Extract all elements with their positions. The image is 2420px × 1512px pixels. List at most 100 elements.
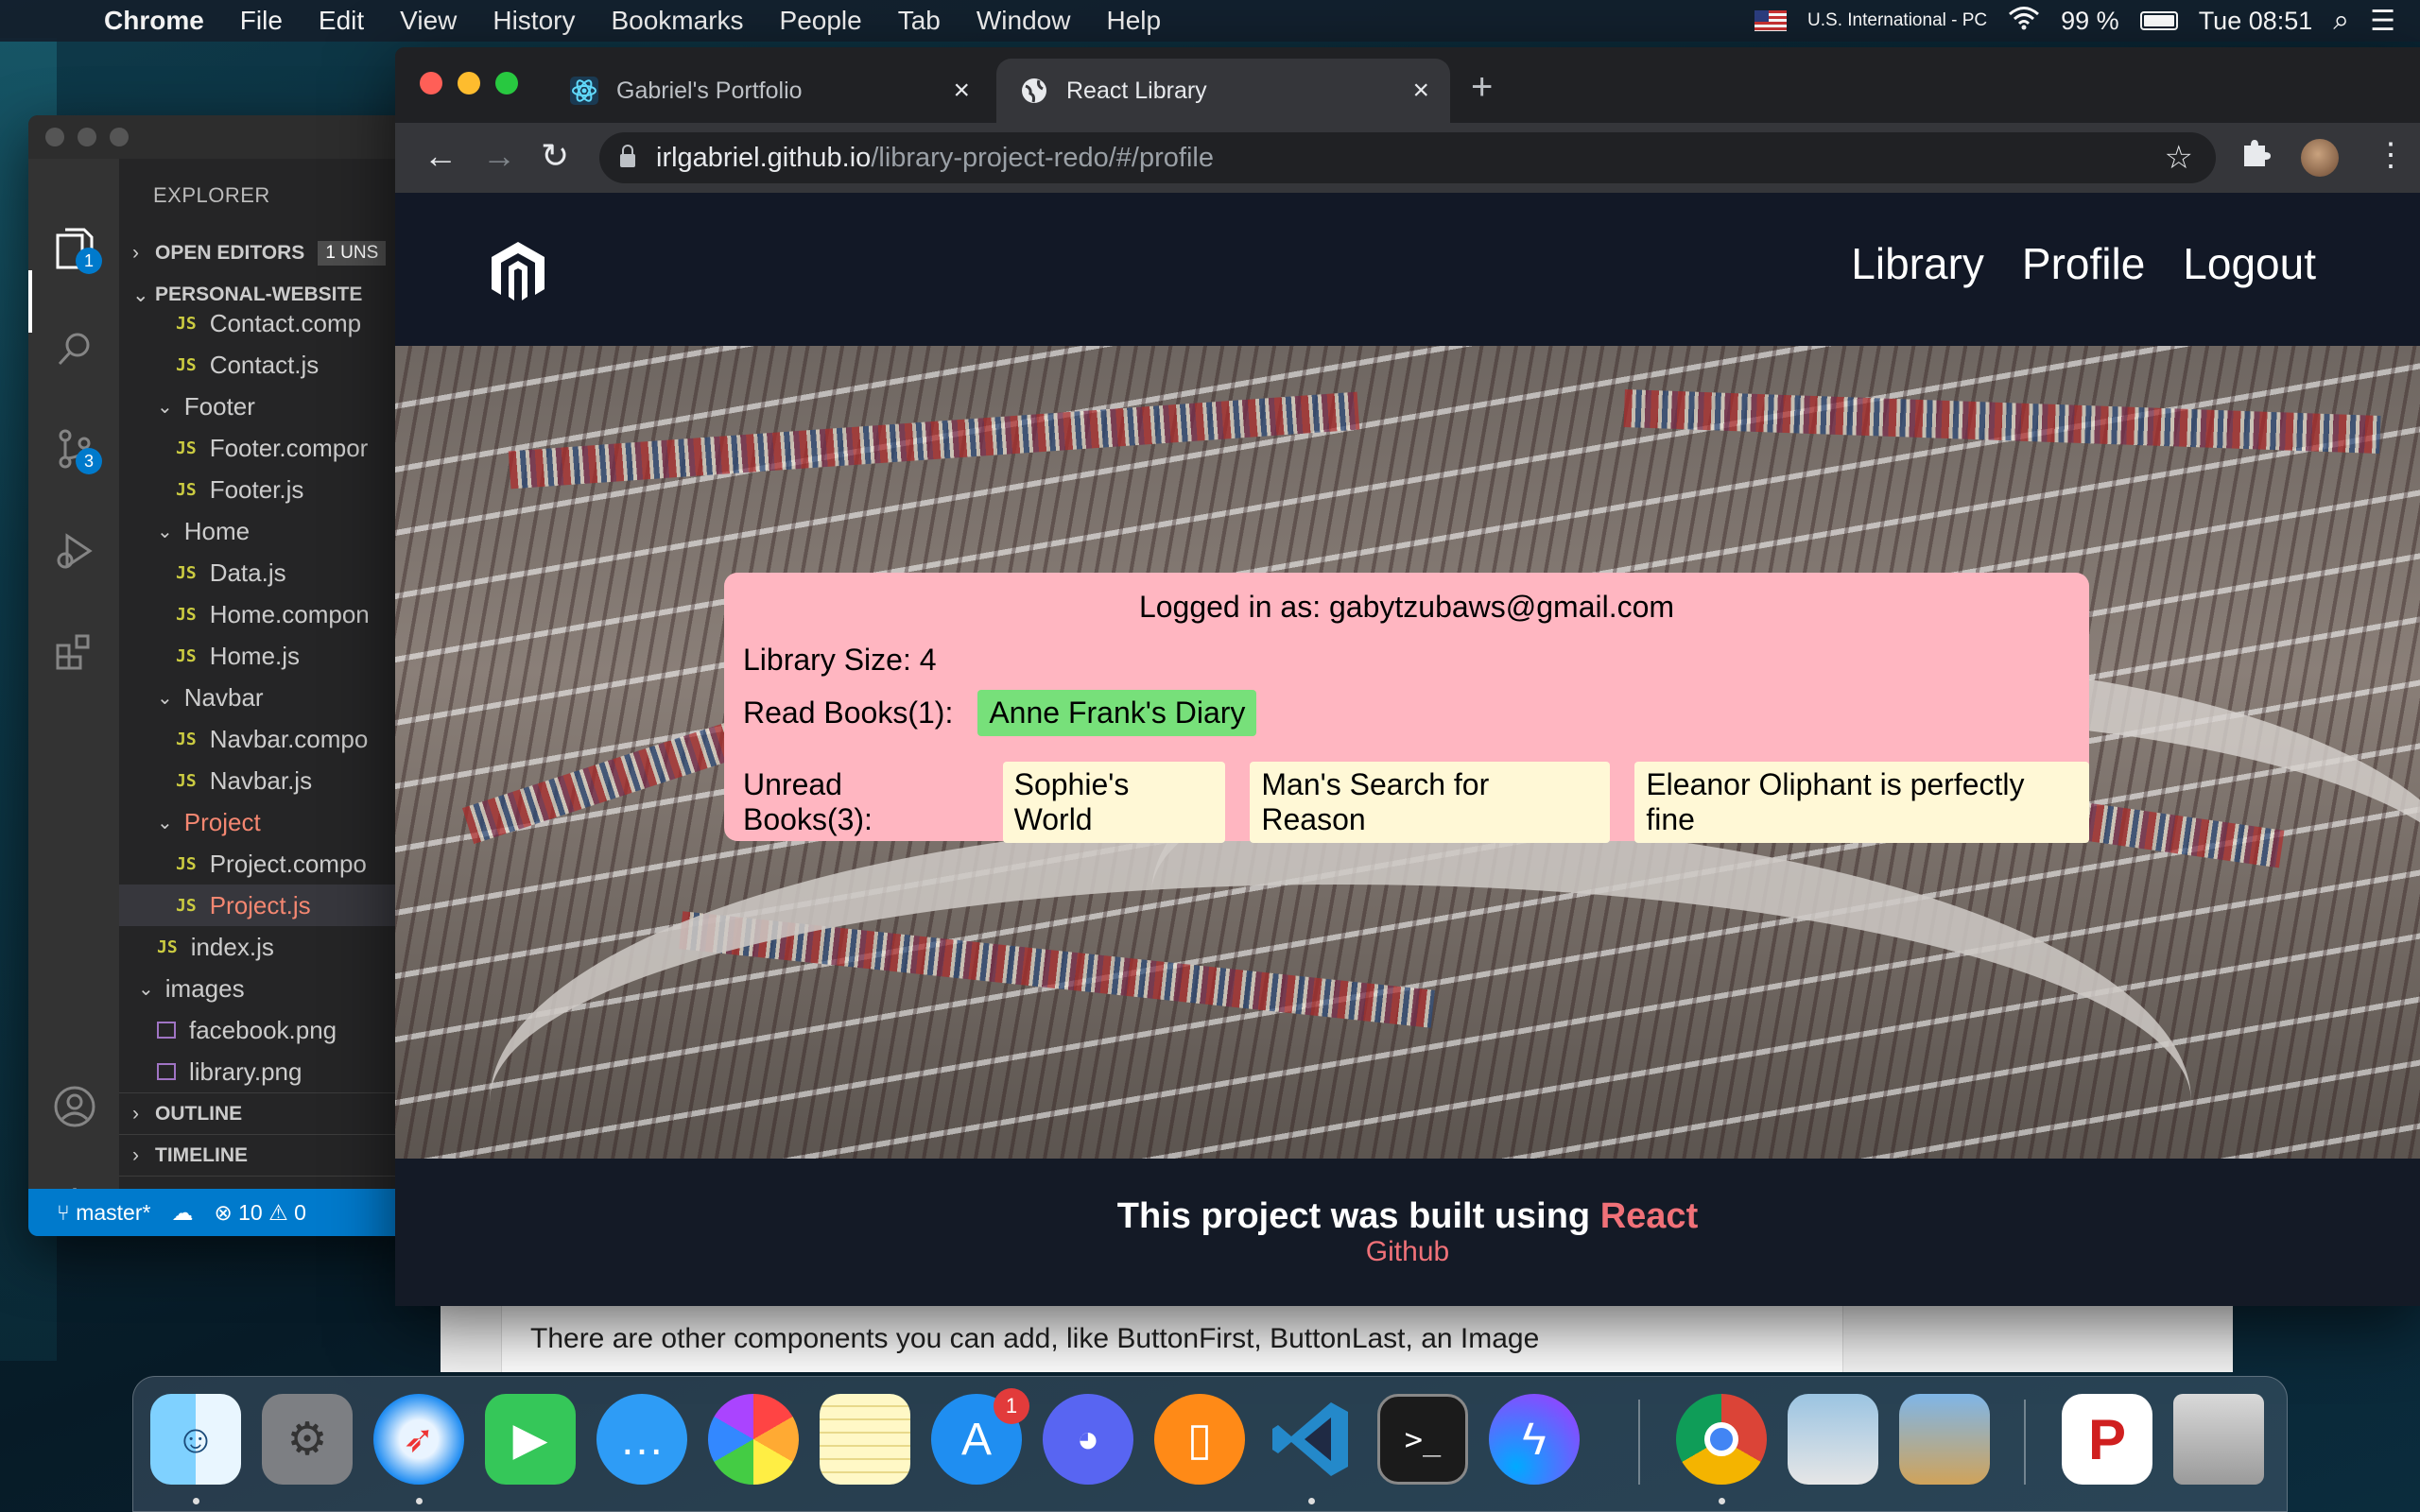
- pdf-document-icon[interactable]: P: [2062, 1394, 2152, 1485]
- tree-file[interactable]: JS Project.compo: [119, 843, 425, 885]
- tree-folder[interactable]: ⌄ Project: [119, 801, 425, 843]
- system-preferences-icon[interactable]: ⚙: [262, 1394, 353, 1485]
- tree-item-label: index.js: [190, 932, 274, 961]
- tree-file[interactable]: JS Navbar.js: [119, 760, 425, 801]
- nav-link-library[interactable]: Library: [1851, 238, 1984, 289]
- battery-icon[interactable]: [2139, 11, 2178, 30]
- messenger-icon[interactable]: ϟ: [1489, 1394, 1580, 1485]
- address-bar[interactable]: irlgabriel.github.io/library-project-red…: [599, 132, 2216, 183]
- tree-file[interactable]: JS index.js: [119, 926, 425, 968]
- footer-react-link[interactable]: React: [1600, 1196, 1699, 1236]
- unread-book-chip[interactable]: Sophie's World: [1002, 762, 1226, 843]
- facetime-icon[interactable]: ▶: [485, 1394, 576, 1485]
- menu-bookmarks[interactable]: Bookmarks: [611, 6, 743, 36]
- sidebar-section-outline[interactable]: › OUTLINE: [119, 1092, 425, 1134]
- dock-separator: [1638, 1400, 1640, 1485]
- site-logo-icon[interactable]: [490, 240, 546, 302]
- nav-link-profile[interactable]: Profile: [2022, 238, 2145, 289]
- menu-tab[interactable]: Tab: [898, 6, 941, 36]
- menu-view[interactable]: View: [400, 6, 457, 36]
- books-icon[interactable]: ▯: [1154, 1394, 1245, 1485]
- unread-book-chip[interactable]: Eleanor Oliphant is perfectly fine: [1634, 762, 2089, 843]
- chevron-down-icon: ⌄: [157, 812, 173, 833]
- us-flag-icon[interactable]: [1754, 10, 1788, 31]
- tree-file[interactable]: JS Data.js: [119, 552, 425, 593]
- lock-icon[interactable]: [620, 145, 635, 167]
- forward-arrow-icon[interactable]: →: [482, 136, 516, 176]
- window-zoom-button[interactable]: [495, 72, 518, 94]
- window-close-button[interactable]: [420, 72, 442, 94]
- menu-people[interactable]: People: [780, 6, 862, 36]
- trash-icon[interactable]: [2173, 1394, 2264, 1485]
- tree-folder[interactable]: ⌄ Navbar: [119, 677, 425, 718]
- tree-file[interactable]: library.png: [119, 1051, 425, 1092]
- photos-icon[interactable]: [708, 1394, 799, 1485]
- terminal-icon[interactable]: >_: [1377, 1394, 1468, 1485]
- profile-avatar[interactable]: [2301, 139, 2339, 177]
- tree-file[interactable]: JS Footer.js: [119, 469, 425, 510]
- tree-folder[interactable]: ⌄ images: [119, 968, 425, 1009]
- tree-folder[interactable]: ⌄ Footer: [119, 386, 425, 427]
- messages-icon[interactable]: …: [596, 1394, 687, 1485]
- bookmark-star-icon[interactable]: ☆: [2165, 139, 2193, 177]
- back-arrow-icon[interactable]: ←: [424, 136, 458, 176]
- control-center-icon[interactable]: ☰: [2370, 5, 2395, 38]
- footer-github-link[interactable]: Github: [395, 1236, 2420, 1268]
- explorer-files-icon[interactable]: 1: [51, 225, 102, 274]
- tab-gabriels-portfolio[interactable]: Gabriel's Portfolio ×: [546, 59, 991, 123]
- menu-app-name[interactable]: Chrome: [104, 6, 204, 36]
- menu-edit[interactable]: Edit: [319, 6, 364, 36]
- problems-indicator[interactable]: ⊗ 10 ⚠ 0: [214, 1200, 305, 1226]
- discord-icon[interactable]: ◕: [1043, 1394, 1133, 1485]
- tree-file[interactable]: JS Contact.comp: [119, 302, 425, 344]
- tree-file[interactable]: JS Project.js: [119, 885, 425, 926]
- tab-react-library[interactable]: React Library ×: [996, 59, 1450, 123]
- preview-icon[interactable]: [1788, 1394, 1878, 1485]
- unread-book-chip[interactable]: Man's Search for Reason: [1250, 762, 1611, 843]
- tree-file[interactable]: JS Contact.js: [119, 344, 425, 386]
- mail-stamp-icon[interactable]: [1899, 1394, 1990, 1485]
- nav-link-logout[interactable]: Logout: [2183, 238, 2316, 289]
- source-control-icon[interactable]: 3: [51, 425, 102, 474]
- chrome-menu-kebab-icon[interactable]: ⋮: [2375, 136, 2407, 174]
- keyboard-layout-label[interactable]: U.S. International - PC: [1807, 10, 1987, 31]
- js-file-icon: JS: [176, 729, 197, 749]
- open-editors-section[interactable]: › OPEN EDITORS 1 UNS: [119, 232, 425, 274]
- tab-close-icon[interactable]: ×: [953, 75, 970, 107]
- git-branch[interactable]: ⑂ master*: [57, 1200, 150, 1226]
- tree-file[interactable]: JS Home.compon: [119, 593, 425, 635]
- clock[interactable]: Tue 08:51: [2199, 7, 2313, 36]
- spotlight-search-icon[interactable]: ⌕: [2333, 5, 2349, 37]
- extensions-puzzle-icon[interactable]: [2238, 136, 2271, 177]
- menu-window[interactable]: Window: [977, 6, 1071, 36]
- app-store-icon[interactable]: A1: [931, 1388, 1029, 1485]
- tree-folder[interactable]: ⌄ Home: [119, 510, 425, 552]
- new-tab-plus-icon[interactable]: +: [1471, 66, 1493, 109]
- menu-file[interactable]: File: [240, 6, 283, 36]
- tree-file[interactable]: JS Navbar.compo: [119, 718, 425, 760]
- finder-icon[interactable]: ☺: [150, 1394, 241, 1485]
- run-debug-icon[interactable]: [51, 527, 98, 575]
- notes-icon[interactable]: [820, 1394, 910, 1485]
- read-book-chip[interactable]: Anne Frank's Diary: [977, 690, 1257, 736]
- tree-file[interactable]: JS Footer.compor: [119, 427, 425, 469]
- vscode-minimize-button[interactable]: [78, 128, 96, 146]
- vscode-zoom-button[interactable]: [110, 128, 129, 146]
- menu-history[interactable]: History: [493, 6, 575, 36]
- tab-close-icon[interactable]: ×: [1412, 75, 1429, 107]
- sync-icon[interactable]: ☁: [171, 1200, 193, 1226]
- window-minimize-button[interactable]: [458, 72, 480, 94]
- vscode-icon[interactable]: [1266, 1394, 1357, 1485]
- sidebar-section-timeline[interactable]: › TIMELINE: [119, 1134, 425, 1176]
- tree-file[interactable]: JS Home.js: [119, 635, 425, 677]
- vscode-close-button[interactable]: [45, 128, 64, 146]
- chrome-icon[interactable]: [1676, 1394, 1767, 1485]
- extensions-icon[interactable]: [51, 627, 98, 675]
- safari-icon[interactable]: ➶: [373, 1394, 464, 1485]
- wifi-icon[interactable]: [2008, 6, 2040, 37]
- tree-file[interactable]: facebook.png: [119, 1009, 425, 1051]
- menu-help[interactable]: Help: [1106, 6, 1161, 36]
- reload-icon[interactable]: ↻: [541, 136, 569, 176]
- account-icon[interactable]: [51, 1083, 98, 1130]
- search-icon[interactable]: [51, 325, 98, 372]
